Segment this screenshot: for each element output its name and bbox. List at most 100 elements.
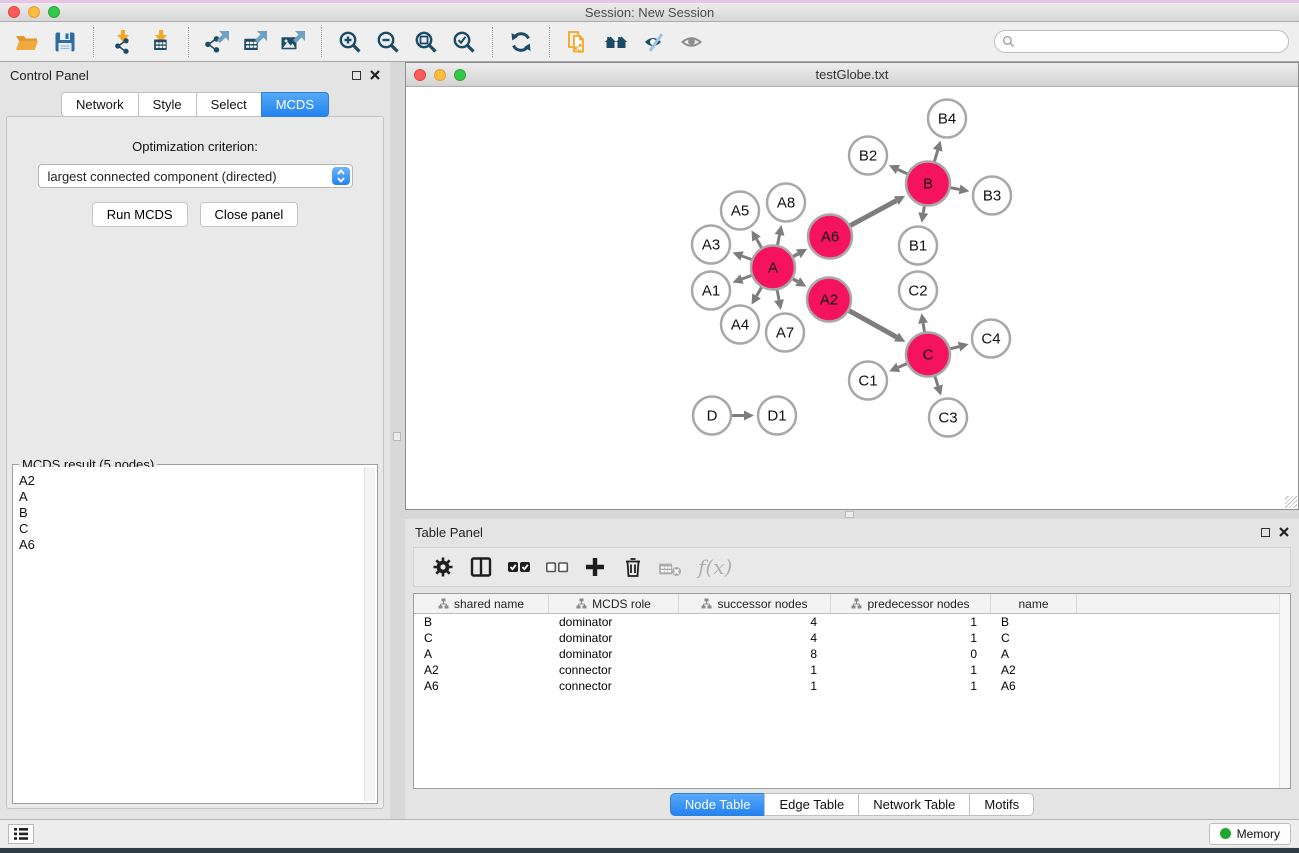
table-cell[interactable]: B: [991, 615, 1077, 629]
export-table-button[interactable]: [238, 26, 272, 58]
column-header-MCDS-role[interactable]: MCDS role: [549, 594, 679, 613]
edge-A-A7[interactable]: [774, 290, 784, 310]
tab-style[interactable]: Style: [138, 92, 196, 117]
select-all-rows-button[interactable]: [502, 551, 536, 583]
float-panel-icon[interactable]: [352, 71, 361, 80]
table-cell[interactable]: 1: [679, 663, 831, 677]
table-scrollbar[interactable]: [1279, 594, 1290, 788]
result-item[interactable]: A6: [15, 537, 363, 553]
node-A6[interactable]: A6: [808, 215, 852, 259]
node-C4[interactable]: C4: [972, 320, 1010, 358]
table-row[interactable]: Cdominator41C: [414, 630, 1290, 646]
tab-network[interactable]: Network: [61, 92, 138, 117]
column-header-shared-name[interactable]: shared name: [414, 594, 549, 613]
result-item[interactable]: A: [15, 489, 363, 505]
apply-layout-button[interactable]: [504, 26, 538, 58]
zoom-out-button[interactable]: [371, 26, 405, 58]
edge-A-A4[interactable]: [752, 287, 762, 304]
node-C3[interactable]: C3: [929, 399, 967, 437]
node-A5[interactable]: A5: [721, 192, 759, 230]
delete-column-button[interactable]: [616, 551, 650, 583]
node-A4[interactable]: A4: [721, 306, 759, 344]
network-canvas[interactable]: B4B2BB3A5A8A6A3B1AC2A1A2A4A7C4CC1DD1C3: [406, 87, 1298, 509]
resize-grip-icon[interactable]: [1285, 496, 1297, 508]
zoom-fit-button[interactable]: [409, 26, 443, 58]
table-cell[interactable]: dominator: [549, 631, 679, 645]
edge-C-C4[interactable]: [950, 342, 968, 352]
table-cell[interactable]: 1: [831, 631, 991, 645]
tab-motifs[interactable]: Motifs: [969, 793, 1034, 816]
node-D1[interactable]: D1: [758, 397, 796, 435]
edge-B-B3[interactable]: [951, 185, 970, 195]
open-session-button[interactable]: [10, 26, 44, 58]
edge-A-A3[interactable]: [733, 251, 752, 260]
table-row[interactable]: A2connector11A2: [414, 662, 1290, 678]
edge-B-B2[interactable]: [889, 165, 907, 174]
deselect-all-rows-button[interactable]: [540, 551, 574, 583]
hide-selected-button[interactable]: [637, 26, 671, 58]
optimization-criterion-select[interactable]: largest connected component (directed): [38, 164, 353, 188]
panel-divider-vertical[interactable]: [390, 62, 405, 819]
panel-divider-horizontal[interactable]: [405, 510, 1299, 519]
table-row[interactable]: A6connector11A6: [414, 678, 1290, 694]
show-column-button[interactable]: [464, 551, 498, 583]
column-header-predecessor-nodes[interactable]: predecessor nodes: [831, 594, 991, 613]
network-from-selection-button[interactable]: [561, 26, 595, 58]
table-cell[interactable]: connector: [549, 679, 679, 693]
show-all-button[interactable]: [675, 26, 709, 58]
search-input[interactable]: [1015, 33, 1288, 51]
memory-button[interactable]: Memory: [1209, 823, 1291, 845]
close-panel-button[interactable]: Close panel: [200, 202, 299, 227]
divider-handle[interactable]: [393, 432, 401, 441]
save-session-button[interactable]: [48, 26, 82, 58]
edge-C-C1[interactable]: [889, 363, 907, 372]
edge-A-A2[interactable]: [793, 277, 806, 286]
edge-D-D1[interactable]: [732, 411, 754, 421]
table-cell[interactable]: dominator: [549, 615, 679, 629]
node-A1[interactable]: A1: [692, 272, 730, 310]
column-header-name[interactable]: name: [991, 594, 1077, 613]
edge-C-C3[interactable]: [933, 376, 943, 395]
node-D[interactable]: D: [693, 397, 731, 435]
node-B4[interactable]: B4: [928, 100, 966, 138]
table-cell[interactable]: C: [414, 631, 549, 645]
float-panel-icon[interactable]: [1261, 528, 1270, 537]
import-table-button[interactable]: [143, 26, 177, 58]
export-image-button[interactable]: [276, 26, 310, 58]
edge-A6-B[interactable]: [850, 196, 905, 226]
close-panel-icon[interactable]: [1279, 527, 1289, 537]
table-cell[interactable]: 4: [679, 631, 831, 645]
table-cell[interactable]: 1: [831, 663, 991, 677]
tab-select[interactable]: Select: [196, 92, 261, 117]
node-A3[interactable]: A3: [692, 226, 730, 264]
column-header-successor-nodes[interactable]: successor nodes: [679, 594, 831, 613]
result-list-scrollbar[interactable]: [364, 467, 375, 801]
table-cell[interactable]: connector: [549, 663, 679, 677]
node-A8[interactable]: A8: [767, 184, 805, 222]
divider-handle[interactable]: [845, 511, 854, 518]
result-item[interactable]: A2: [15, 473, 363, 489]
table-row[interactable]: Bdominator41B: [414, 614, 1290, 630]
node-B1[interactable]: B1: [899, 227, 937, 265]
task-history-button[interactable]: [8, 824, 34, 844]
node-B3[interactable]: B3: [973, 177, 1011, 215]
edge-A-A6[interactable]: [793, 249, 807, 258]
node-C[interactable]: C: [906, 333, 950, 377]
import-network-button[interactable]: [105, 26, 139, 58]
table-cell[interactable]: 8: [679, 647, 831, 661]
edge-A-A5[interactable]: [752, 230, 762, 247]
edge-A2-C[interactable]: [849, 311, 905, 342]
table-cell[interactable]: A: [414, 647, 549, 661]
node-B[interactable]: B: [906, 162, 950, 206]
table-cell[interactable]: B: [414, 615, 549, 629]
table-cell[interactable]: A6: [991, 679, 1077, 693]
table-cell[interactable]: A: [991, 647, 1077, 661]
edge-C-C2[interactable]: [918, 313, 928, 332]
mcds-result-list[interactable]: A2ABCA6: [15, 467, 363, 801]
result-item[interactable]: C: [15, 521, 363, 537]
first-neighbors-button[interactable]: [599, 26, 633, 58]
table-row[interactable]: Adominator80A: [414, 646, 1290, 662]
zoom-selected-button[interactable]: [447, 26, 481, 58]
table-cell[interactable]: C: [991, 631, 1077, 645]
table-options-button[interactable]: [426, 551, 460, 583]
